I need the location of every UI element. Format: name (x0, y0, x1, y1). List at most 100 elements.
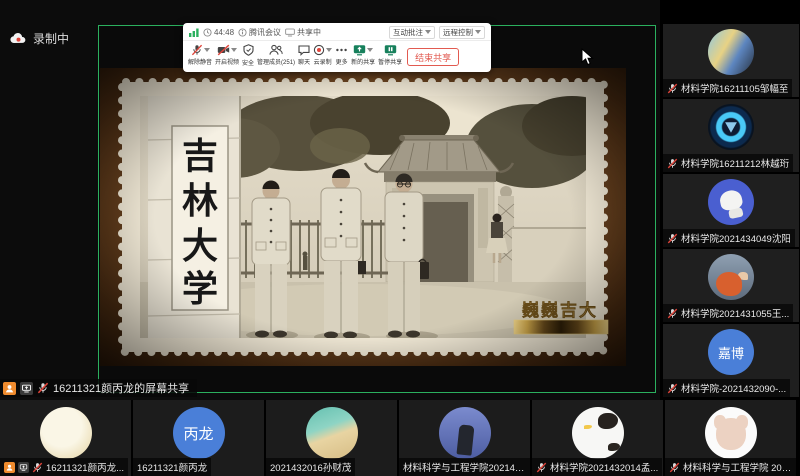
participant-tile-jiabo[interactable]: 嘉博 材料学院-2021432090-... (663, 324, 799, 397)
more-button[interactable]: 更多 (335, 44, 348, 66)
participant-name-bar: 材料学院16211105邹幅至 (663, 79, 792, 97)
participant-tile-suncaimao[interactable]: 2021432016孙财茂 (266, 400, 397, 476)
avatar-moon (40, 407, 92, 459)
mic-muted-icon (667, 158, 678, 169)
meeting-toolbar: 44:48 腾讯会议 共享中 互动批注 远程控制 (183, 23, 491, 72)
screen-share-badge-icon (18, 462, 29, 473)
cloud-recording-icon (10, 32, 27, 45)
participant-name: 16211321颜丙龙... (46, 460, 124, 474)
shared-video-old-photo: 吉 林 大 学 (100, 68, 626, 366)
mic-muted-icon (669, 462, 680, 473)
screen-share-badge-icon (20, 382, 33, 395)
participant-name-bar: 材料学院2021431055王... (663, 304, 793, 322)
avatar-astronaut (708, 179, 754, 225)
mic-muted-icon (667, 83, 678, 94)
mic-muted-icon (667, 383, 678, 394)
chevron-down-icon (425, 30, 431, 34)
avatar-anime-girl (708, 29, 754, 75)
participant-name: 材料科学与工程学院2021432... (403, 460, 526, 474)
share-status: 共享中 (285, 27, 321, 38)
clock-icon (203, 28, 212, 37)
participant-name: 材料学院2021431055王... (681, 306, 789, 320)
start-video-button[interactable]: 开启视频 (215, 44, 239, 66)
participant-tile-meng[interactable]: 材料学院2021432014孟... (532, 400, 663, 476)
chat-button[interactable]: 聊天 (298, 44, 310, 66)
participant-tile-yanbinglong-share[interactable]: 16211321颜丙龙... (0, 400, 131, 476)
avatar-cat-cartoon (572, 407, 624, 459)
camera-off-icon (217, 44, 230, 56)
host-badge-icon (4, 462, 15, 473)
meeting-window: 录制中 (0, 0, 800, 476)
info-icon (238, 28, 247, 37)
shared-screen-region: 吉 林 大 学 (98, 25, 656, 393)
mic-muted-icon (536, 462, 547, 473)
remote-control-dropdown[interactable]: 远程控制 (439, 26, 485, 39)
toolbar-status-row: 44:48 腾讯会议 共享中 互动批注 远程控制 (183, 23, 491, 41)
mic-muted-icon (667, 233, 678, 244)
participant-name: 16211321颜丙龙 (137, 460, 207, 474)
shield-icon (243, 44, 254, 56)
annotation-dropdown[interactable]: 互动批注 (389, 26, 435, 39)
participant-tile-mse-2021432[interactable]: 材料科学与工程学院2021432... (399, 400, 530, 476)
participant-name-bar: 材料学院2021434049沈阳 (663, 229, 795, 247)
participant-name: 2021432016孙财茂 (270, 460, 351, 474)
avatar-anime-redhair (708, 254, 754, 300)
recording-label: 录制中 (33, 30, 69, 47)
unmute-button[interactable]: 解除静音 (188, 44, 212, 66)
pause-share-button[interactable]: 暂停共享 (378, 44, 402, 66)
record-icon (313, 44, 325, 56)
chevron-down-icon[interactable] (204, 48, 210, 52)
pause-share-icon (384, 44, 397, 56)
participant-name-bar: 16211321颜丙龙 (133, 458, 211, 476)
participant-tile-shenyang[interactable]: 材料学院2021434049沈阳 (663, 174, 799, 247)
participant-name: 材料科学与工程学院 202... (683, 460, 792, 474)
people-icon (269, 44, 283, 56)
screen-share-status-bar: 16211321颜丙龙的屏幕共享 (0, 379, 197, 397)
participant-name: 材料学院-2021432090-... (681, 381, 786, 395)
cloud-record-button[interactable]: 云录制 (313, 44, 332, 66)
manage-members-button[interactable]: 管理成员(251) (257, 44, 295, 66)
avatar-beach-photo (306, 407, 358, 459)
chevron-down-icon[interactable] (231, 48, 237, 52)
chevron-down-icon[interactable] (367, 48, 373, 52)
mouse-cursor (581, 48, 594, 66)
mic-muted-icon (667, 308, 678, 319)
end-share-button[interactable]: 结束共享 (407, 48, 459, 66)
participant-name-bar: 材料学院16211212林越珩 (663, 154, 793, 172)
brand-label: 腾讯会议 (238, 27, 281, 38)
network-signal-icon (189, 28, 199, 37)
avatar-person-photo (439, 407, 491, 459)
participant-name: 材料学院2021434049沈阳 (681, 231, 791, 245)
participant-tile-yanbinglong[interactable]: 丙龙 16211321颜丙龙 (133, 400, 264, 476)
mic-muted-icon (32, 462, 43, 473)
host-badge-icon (3, 382, 16, 395)
monitor-icon (285, 28, 295, 37)
avatar-bear-cartoon (705, 407, 757, 459)
participant-name: 材料学院16211105邹幅至 (681, 81, 788, 95)
mic-muted-icon (191, 44, 203, 56)
participant-tile-mse-202[interactable]: 材料科学与工程学院 202... (665, 400, 796, 476)
avatar-initials: 嘉博 (708, 329, 754, 375)
avatar-arc-reactor (708, 104, 754, 150)
main-share-area: 录制中 (0, 0, 660, 400)
chevron-down-icon[interactable] (326, 48, 332, 52)
meeting-duration: 44:48 (203, 28, 234, 37)
participant-tile-wang[interactable]: 材料学院2021431055王... (663, 249, 799, 322)
participant-name-bar: 材料学院-2021432090-... (663, 379, 790, 397)
chevron-down-icon (475, 30, 481, 34)
avatar-initials: 丙龙 (173, 407, 225, 459)
participant-tile-linyueheng[interactable]: 材料学院16211212林越珩 (663, 99, 799, 172)
security-button[interactable]: 安全 (242, 44, 254, 67)
recording-indicator: 录制中 (10, 30, 69, 47)
participant-name-bar: 材料科学与工程学院 202... (665, 458, 796, 476)
mic-muted-icon (37, 382, 49, 394)
toolbar-actions-row: 解除静音 开启视频 安全 管理成员(251) (183, 41, 491, 72)
new-share-button[interactable]: 新的共享 (351, 44, 375, 66)
new-share-icon (353, 44, 366, 56)
participant-name: 材料学院16211212林越珩 (681, 156, 789, 170)
participant-name-bar: 材料科学与工程学院2021432... (399, 458, 530, 476)
participant-tile-zoufuzhi[interactable]: 材料学院16211105邹幅至 (663, 24, 799, 97)
participant-name: 材料学院2021432014孟... (550, 460, 658, 474)
participant-name-bar: 2021432016孙财茂 (266, 458, 355, 476)
chat-icon (298, 44, 310, 56)
